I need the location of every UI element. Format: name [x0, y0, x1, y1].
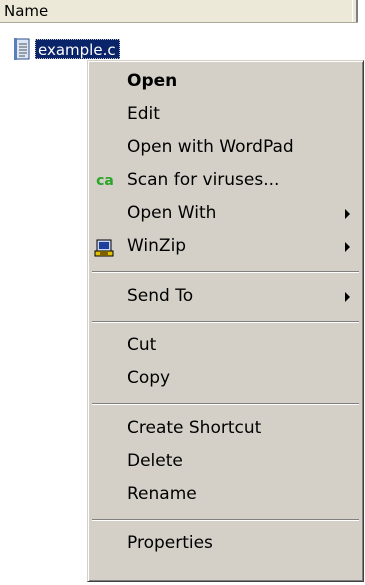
menu-item-label: Copy [127, 368, 171, 388]
context-menu: Open Edit Open with WordPad ca Scan for … [87, 60, 364, 582]
column-resize-handle[interactable] [352, 0, 358, 22]
menu-item-label: Scan for viruses... [127, 170, 280, 190]
menu-item-label: Open With [127, 203, 217, 223]
menu-item-send-to[interactable]: Send To [91, 280, 360, 313]
menu-item-label: Delete [127, 451, 183, 471]
menu-item-label: Open with WordPad [127, 137, 294, 157]
explorer-view: Name example.c Open Edit Open with WordP… [0, 0, 365, 585]
menu-item-create-shortcut[interactable]: Create Shortcut [91, 412, 360, 445]
submenu-arrow-icon [345, 242, 350, 252]
menu-item-label: Create Shortcut [127, 418, 262, 438]
winzip-icon [94, 237, 116, 257]
menu-item-edit[interactable]: Edit [91, 98, 360, 131]
menu-item-open-with-wordpad[interactable]: Open with WordPad [91, 131, 360, 164]
submenu-arrow-icon [345, 292, 350, 302]
text-file-icon [12, 38, 32, 60]
menu-item-delete[interactable]: Delete [91, 445, 360, 478]
menu-item-scan-for-viruses[interactable]: ca Scan for viruses... [91, 164, 360, 197]
menu-item-label: Send To [127, 286, 194, 306]
menu-item-label: Cut [127, 335, 157, 355]
menu-item-label: Open [127, 71, 178, 91]
file-name-label[interactable]: example.c [35, 39, 120, 59]
menu-item-copy[interactable]: Copy [91, 362, 360, 395]
menu-item-label: WinZip [127, 236, 187, 256]
menu-item-properties[interactable]: Properties [91, 527, 360, 560]
menu-separator [92, 271, 359, 273]
file-list-item[interactable]: example.c [12, 37, 120, 61]
menu-item-label: Properties [127, 533, 213, 553]
menu-item-rename[interactable]: Rename [91, 478, 360, 511]
menu-item-label: Edit [127, 104, 160, 124]
menu-separator [92, 403, 359, 405]
menu-item-cut[interactable]: Cut [91, 329, 360, 362]
ca-antivirus-icon: ca [96, 173, 114, 189]
menu-item-label: Rename [127, 484, 197, 504]
name-column-header[interactable]: Name [0, 0, 358, 23]
menu-item-open-with[interactable]: Open With [91, 197, 360, 230]
menu-item-winzip[interactable]: WinZip [91, 230, 360, 263]
menu-item-open[interactable]: Open [91, 65, 360, 98]
menu-separator [92, 519, 359, 521]
submenu-arrow-icon [345, 209, 350, 219]
menu-separator [92, 321, 359, 323]
name-column-label: Name [4, 2, 49, 20]
